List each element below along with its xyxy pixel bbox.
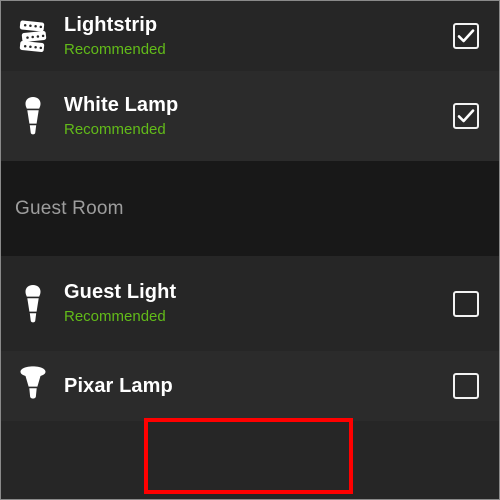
- device-status: Recommended: [64, 40, 166, 58]
- footer-bar: Continue: [1, 421, 499, 499]
- checkbox-cell[interactable]: [431, 1, 499, 71]
- flood-bulb-icon: [1, 351, 64, 421]
- device-checkbox-white-lamp[interactable]: [453, 103, 479, 129]
- device-info: White Lamp Recommended: [64, 93, 431, 140]
- device-info: Lightstrip Recommended: [64, 13, 431, 60]
- checkbox-cell[interactable]: [431, 256, 499, 351]
- section-header-label: Guest Room: [15, 197, 124, 219]
- device-checkbox-guest-light[interactable]: [453, 290, 479, 317]
- device-row-guest-light[interactable]: Guest Light Recommended: [1, 256, 499, 351]
- device-status: Recommended: [64, 308, 166, 325]
- lightstrip-icon: [1, 1, 64, 71]
- device-row-pixar-lamp[interactable]: Pixar Lamp: [1, 351, 499, 421]
- device-checkbox-lightstrip[interactable]: [453, 23, 479, 49]
- bulb-icon: [1, 256, 64, 351]
- device-selection-screen: Lightstrip Recommended White Lamp Recomm…: [0, 0, 500, 500]
- device-title: Pixar Lamp: [64, 375, 173, 397]
- device-title: Guest Light: [64, 281, 177, 303]
- device-info: Pixar Lamp: [64, 374, 431, 398]
- device-title: Lightstrip: [64, 13, 158, 36]
- section-header-guest-room: Guest Room: [1, 161, 499, 256]
- device-title: White Lamp: [64, 93, 179, 116]
- checkbox-cell[interactable]: [431, 71, 499, 161]
- checkbox-cell[interactable]: [431, 351, 499, 421]
- device-info: Guest Light Recommended: [64, 280, 431, 327]
- device-row-lightstrip[interactable]: Lightstrip Recommended: [1, 1, 499, 71]
- device-row-white-lamp[interactable]: White Lamp Recommended: [1, 71, 499, 161]
- device-status: Recommended: [64, 120, 166, 138]
- bulb-icon: [1, 71, 64, 161]
- device-checkbox-pixar-lamp[interactable]: [453, 373, 479, 399]
